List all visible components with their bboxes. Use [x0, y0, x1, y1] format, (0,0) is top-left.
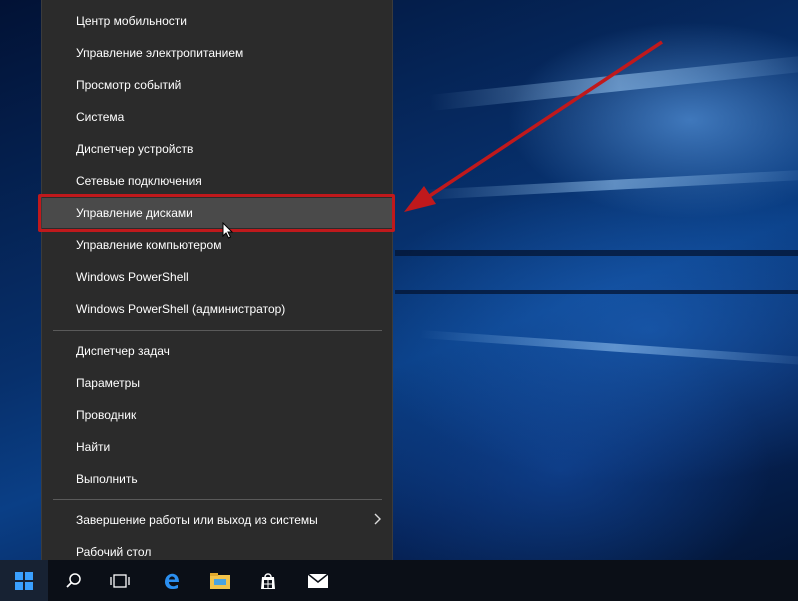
windows-start-icon[interactable]	[0, 560, 48, 601]
light-beam	[419, 169, 798, 200]
menu-item-settings[interactable]: Параметры	[42, 368, 392, 398]
menu-item-shutdown-signout[interactable]: Завершение работы или выход из системы	[42, 505, 392, 535]
mouse-cursor-icon	[222, 222, 234, 239]
menu-item-powershell-admin[interactable]: Windows PowerShell (администратор)	[42, 294, 392, 324]
menu-item-label: Управление компьютером	[76, 238, 222, 252]
menu-item-label: Диспетчер задач	[76, 344, 170, 358]
winx-context-menu: Центр мобильности Управление электропита…	[41, 0, 393, 577]
menu-separator	[53, 499, 382, 500]
menu-item-power-options[interactable]: Управление электропитанием	[42, 38, 392, 68]
light-beam	[419, 330, 798, 366]
annotation-highlight-box	[38, 194, 395, 232]
menu-item-file-explorer[interactable]: Проводник	[42, 400, 392, 430]
menu-separator	[53, 330, 382, 331]
menu-item-system[interactable]: Система	[42, 102, 392, 132]
menu-item-label: Найти	[76, 440, 111, 454]
menu-item-label: Выполнить	[76, 472, 138, 486]
menu-item-label: Проводник	[76, 408, 137, 422]
menu-item-run[interactable]: Выполнить	[42, 464, 392, 494]
search-icon[interactable]	[52, 560, 96, 601]
file-explorer-icon[interactable]	[198, 560, 242, 601]
chevron-right-icon	[374, 505, 382, 535]
menu-item-label: Windows PowerShell	[76, 270, 189, 284]
menu-item-label: Просмотр событий	[76, 78, 182, 92]
taskbar	[0, 560, 798, 601]
menu-item-label: Центр мобильности	[76, 14, 187, 28]
menu-item-label: Windows PowerShell (администратор)	[76, 302, 286, 316]
window-pane-line	[395, 250, 798, 256]
menu-item-powershell[interactable]: Windows PowerShell	[42, 262, 392, 292]
menu-item-device-manager[interactable]: Диспетчер устройств	[42, 134, 392, 164]
menu-item-event-viewer[interactable]: Просмотр событий	[42, 70, 392, 100]
menu-item-label: Система	[76, 110, 125, 124]
menu-item-task-manager[interactable]: Диспетчер задач	[42, 336, 392, 366]
menu-item-mobility-center[interactable]: Центр мобильности	[42, 6, 392, 36]
menu-item-search[interactable]: Найти	[42, 432, 392, 462]
menu-item-label: Диспетчер устройств	[76, 142, 194, 156]
mail-icon[interactable]	[296, 560, 340, 601]
menu-item-label: Сетевые подключения	[76, 174, 202, 188]
menu-item-label: Параметры	[76, 376, 140, 390]
edge-icon[interactable]	[150, 560, 194, 601]
task-view-icon[interactable]	[98, 560, 142, 601]
menu-item-label: Завершение работы или выход из системы	[76, 513, 318, 527]
store-icon[interactable]	[246, 560, 290, 601]
window-pane-line	[395, 290, 798, 294]
menu-item-network-connections[interactable]: Сетевые подключения	[42, 166, 392, 196]
menu-item-label: Управление электропитанием	[76, 46, 244, 60]
light-beam	[429, 55, 798, 111]
menu-item-computer-management[interactable]: Управление компьютером	[42, 230, 392, 260]
